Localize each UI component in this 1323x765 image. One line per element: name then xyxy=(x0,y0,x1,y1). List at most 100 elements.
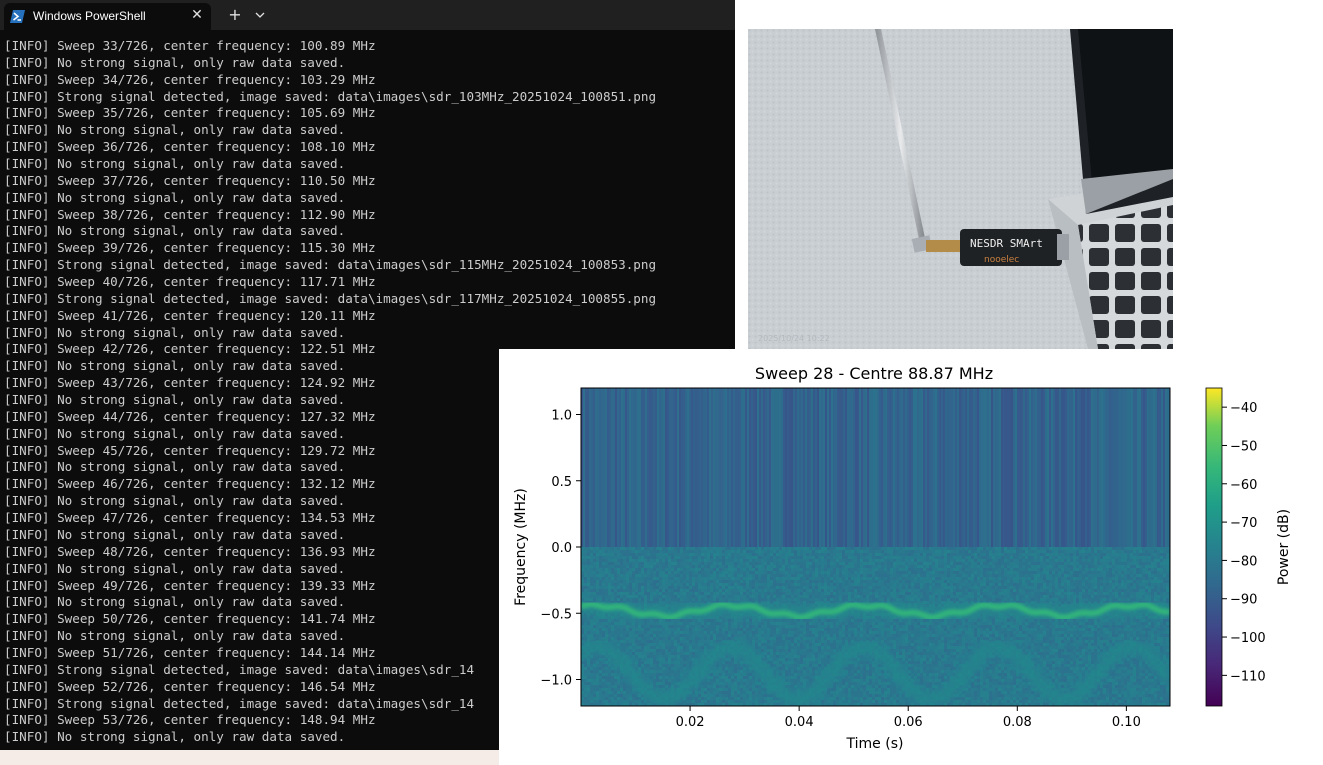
spectrogram-column xyxy=(927,388,929,547)
spectrogram-cell xyxy=(647,565,650,568)
spectrogram-cell xyxy=(776,580,779,583)
spectrogram-cell xyxy=(914,568,917,571)
spectrogram-cell xyxy=(890,547,893,550)
spectrogram-cell xyxy=(1094,559,1097,562)
spectrogram-cell xyxy=(797,577,800,580)
spectrogram-cell xyxy=(1103,592,1106,595)
spectrogram-column xyxy=(599,388,601,547)
spectrogram-cell xyxy=(785,595,788,598)
console-line: [INFO] Sweep 34/726, center frequency: 1… xyxy=(4,71,376,87)
spectrogram-cell xyxy=(647,574,650,577)
spectrogram-cell xyxy=(959,589,962,592)
spectrogram-cell xyxy=(1115,583,1118,586)
spectrogram-cell xyxy=(860,589,863,592)
tab-windows-powershell[interactable]: Windows PowerShell ✕ xyxy=(4,3,211,30)
spectrogram-cell xyxy=(704,559,707,562)
spectrogram-cell xyxy=(845,580,848,583)
spectrogram-cell xyxy=(1004,547,1007,550)
spectrogram-cell xyxy=(1031,592,1034,595)
spectrogram-cell xyxy=(758,568,761,571)
plus-icon[interactable]: + xyxy=(226,5,244,25)
spectrogram-cell xyxy=(1082,559,1085,562)
spectrogram-cell xyxy=(938,571,941,574)
spectrogram-cell xyxy=(836,556,839,559)
spectrogram-cell xyxy=(923,556,926,559)
spectrogram-cell xyxy=(827,559,830,562)
spectrogram-cell xyxy=(731,553,734,556)
spectrogram-cell xyxy=(752,583,755,586)
spectrogram-cell xyxy=(614,583,617,586)
spectrogram-cell xyxy=(878,547,881,550)
spectrogram-cell xyxy=(926,571,929,574)
spectrogram-cell xyxy=(677,595,680,598)
spectrogram-cell xyxy=(938,556,941,559)
spectrogram-cell xyxy=(917,574,920,577)
spectrogram-cell xyxy=(671,595,674,598)
spectrogram-cell xyxy=(854,559,857,562)
spectrogram-cell xyxy=(1154,553,1157,556)
spectrogram-cell xyxy=(692,559,695,562)
chevron-down-icon[interactable] xyxy=(252,7,268,23)
spectrogram-cell xyxy=(1115,589,1118,592)
spectrogram-cell xyxy=(1028,586,1031,589)
spectrogram-cell xyxy=(644,592,647,595)
spectrogram-cell xyxy=(920,553,923,556)
spectrogram-cell xyxy=(1073,550,1076,553)
spectrogram-cell xyxy=(905,559,908,562)
spectrogram-cell xyxy=(1070,589,1073,592)
spectrogram-cell xyxy=(851,565,854,568)
spectrogram-column xyxy=(973,388,975,547)
spectrogram-cell xyxy=(635,565,638,568)
spectrogram-cell xyxy=(1091,562,1094,565)
spectrogram-cell xyxy=(686,556,689,559)
spectrogram-cell xyxy=(1088,598,1091,601)
spectrogram-cell xyxy=(767,592,770,595)
spectrogram-cell xyxy=(995,589,998,592)
spectrogram-cell xyxy=(647,550,650,553)
spectrogram-cell xyxy=(701,589,704,592)
spectrogram-cell xyxy=(1025,580,1028,583)
spectrogram-cell xyxy=(749,559,752,562)
spectrogram-cell xyxy=(863,592,866,595)
spectrogram-cell xyxy=(1130,559,1133,562)
spectrogram-cell xyxy=(833,589,836,592)
spectrogram-cell xyxy=(689,592,692,595)
spectrogram-cell xyxy=(1061,592,1064,595)
close-icon[interactable]: ✕ xyxy=(188,6,206,24)
spectrogram-cell xyxy=(1052,571,1055,574)
spectrogram-cell xyxy=(947,562,950,565)
spectrogram-column xyxy=(779,388,781,547)
spectrogram-cell xyxy=(866,574,869,577)
spectrogram-cell xyxy=(1055,577,1058,580)
spectrogram-cell xyxy=(1145,562,1148,565)
spectrogram-cell xyxy=(1046,559,1049,562)
spectrogram-cell xyxy=(962,556,965,559)
spectrogram-cell xyxy=(641,556,644,559)
spectrogram-cell xyxy=(704,562,707,565)
spectrogram-cell xyxy=(758,565,761,568)
spectrogram-cell xyxy=(974,580,977,583)
spectrogram-cell xyxy=(791,568,794,571)
spectrogram-cell xyxy=(929,568,932,571)
spectrogram-cell xyxy=(926,562,929,565)
spectrogram-cell xyxy=(629,574,632,577)
spectrogram-cell xyxy=(881,577,884,580)
spectrogram-cell xyxy=(692,556,695,559)
spectrogram-column xyxy=(1107,388,1109,547)
spectrogram-cell xyxy=(1010,571,1013,574)
spectrogram-cell xyxy=(869,547,872,550)
spectrogram-cell xyxy=(890,550,893,553)
spectrogram-cell xyxy=(707,562,710,565)
spectrogram-cell xyxy=(1076,559,1079,562)
spectrogram-cell xyxy=(953,577,956,580)
spectrogram-column xyxy=(821,388,823,547)
spectrogram-cell xyxy=(962,592,965,595)
spectrogram-cell xyxy=(644,571,647,574)
spectrogram-cell xyxy=(1151,580,1154,583)
spectrogram-cell xyxy=(806,553,809,556)
spectrogram-cell xyxy=(923,571,926,574)
spectrogram-cell xyxy=(587,556,590,559)
spectrogram-cell xyxy=(674,568,677,571)
spectrogram-cell xyxy=(998,577,1001,580)
spectrogram-cell xyxy=(962,568,965,571)
